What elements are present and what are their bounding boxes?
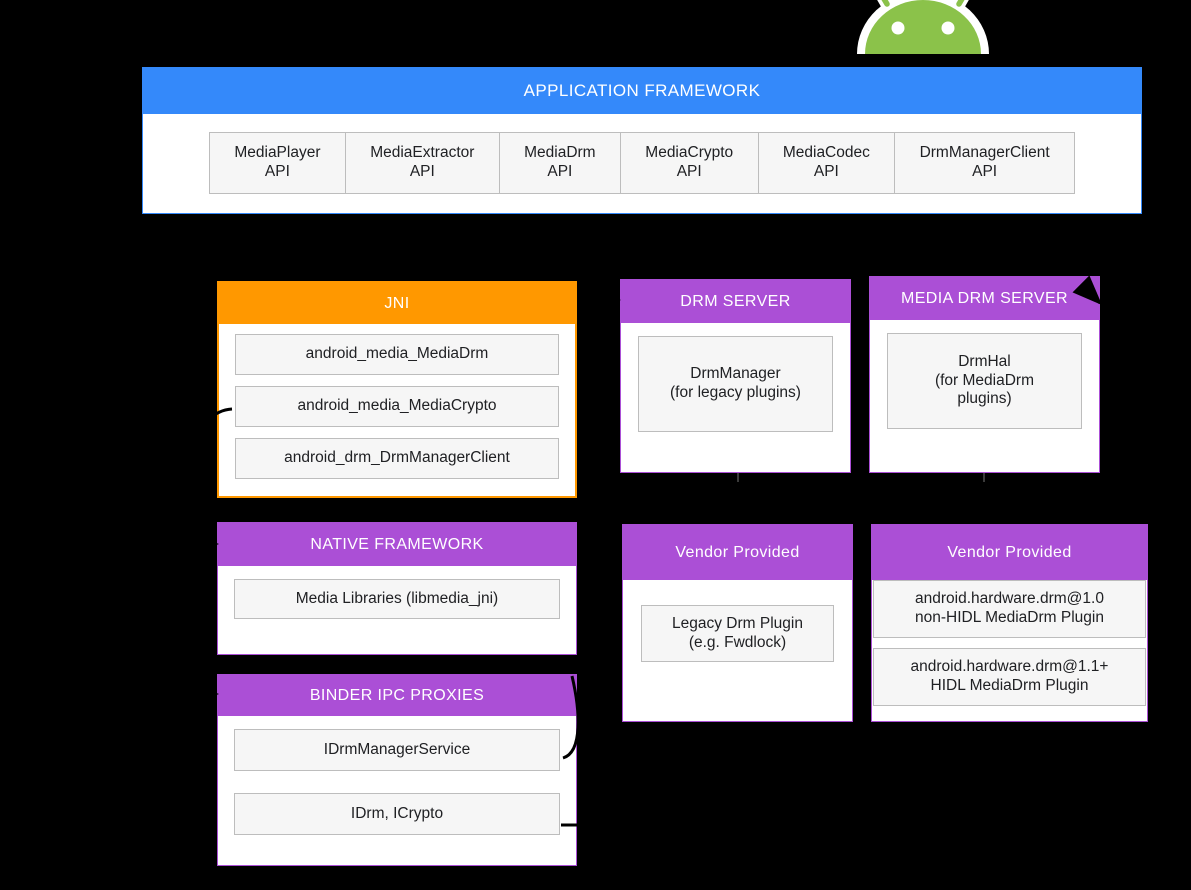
drm-server-title: DRM SERVER [621, 280, 850, 323]
jni-item[interactable]: android_media_MediaCrypto [235, 386, 559, 427]
api-box[interactable]: DrmManagerClient API [894, 132, 1075, 194]
media-drm-server-item[interactable]: DrmHal (for MediaDrm plugins) [887, 333, 1082, 429]
jni-card: JNI android_media_MediaDrm android_media… [217, 281, 577, 498]
binder-ipc-proxies-title: BINDER IPC PROXIES [218, 675, 576, 716]
application-framework-title: APPLICATION FRAMEWORK [143, 68, 1141, 114]
jni-body: android_media_MediaDrm android_media_Med… [219, 324, 575, 496]
vendor-hidl-item[interactable]: android.hardware.drm@1.0 non-HIDL MediaD… [873, 580, 1146, 638]
vendor-provided-hidl-card: Vendor Provided android.hardware.drm@1.0… [871, 524, 1148, 722]
vendor-provided-hidl-body: android.hardware.drm@1.0 non-HIDL MediaD… [872, 580, 1147, 721]
native-framework-card: NATIVE FRAMEWORK Media Libraries (libmed… [217, 522, 577, 655]
native-framework-title: NATIVE FRAMEWORK [218, 523, 576, 566]
binder-ipc-item[interactable]: IDrmManagerService [234, 729, 560, 771]
media-drm-server-card: MEDIA DRM SERVER DrmHal (for MediaDrm pl… [869, 276, 1100, 473]
native-framework-item[interactable]: Media Libraries (libmedia_jni) [234, 579, 560, 619]
media-drm-server-title: MEDIA DRM SERVER [870, 277, 1099, 320]
drm-server-item[interactable]: DrmManager (for legacy plugins) [638, 336, 833, 432]
api-box[interactable]: MediaCodec API [757, 132, 895, 194]
binder-ipc-proxies-card: BINDER IPC PROXIES IDrmManagerService ID… [217, 674, 577, 866]
vendor-provided-legacy-body: Legacy Drm Plugin (e.g. Fwdlock) [623, 580, 852, 721]
api-box[interactable]: MediaExtractor API [344, 132, 499, 194]
application-framework-body: MediaPlayer API MediaExtractor API Media… [143, 114, 1141, 213]
api-box[interactable]: MediaDrm API [498, 132, 620, 194]
drm-server-card: DRM SERVER DrmManager (for legacy plugin… [620, 279, 851, 473]
api-box[interactable]: MediaCrypto API [619, 132, 758, 194]
vendor-provided-legacy-title: Vendor Provided [623, 525, 852, 580]
jni-item[interactable]: android_drm_DrmManagerClient [235, 438, 559, 479]
binder-ipc-item[interactable]: IDrm, ICrypto [234, 793, 560, 835]
binder-ipc-proxies-body: IDrmManagerService IDrm, ICrypto [218, 716, 576, 865]
jni-title: JNI [219, 283, 575, 324]
jni-item[interactable]: android_media_MediaDrm [235, 334, 559, 375]
api-box[interactable]: MediaPlayer API [209, 132, 345, 194]
vendor-legacy-item[interactable]: Legacy Drm Plugin (e.g. Fwdlock) [641, 605, 834, 662]
native-framework-body: Media Libraries (libmedia_jni) [218, 566, 576, 654]
vendor-hidl-item[interactable]: android.hardware.drm@1.1+ HIDL MediaDrm … [873, 648, 1146, 706]
vendor-provided-legacy-card: Vendor Provided Legacy Drm Plugin (e.g. … [622, 524, 853, 722]
drm-server-body: DrmManager (for legacy plugins) [621, 323, 850, 472]
application-framework-card: APPLICATION FRAMEWORK MediaPlayer API Me… [142, 67, 1142, 214]
diagram-canvas: APPLICATION FRAMEWORK MediaPlayer API Me… [0, 0, 1191, 890]
media-drm-server-body: DrmHal (for MediaDrm plugins) [870, 320, 1099, 472]
vendor-provided-hidl-title: Vendor Provided [872, 525, 1147, 580]
